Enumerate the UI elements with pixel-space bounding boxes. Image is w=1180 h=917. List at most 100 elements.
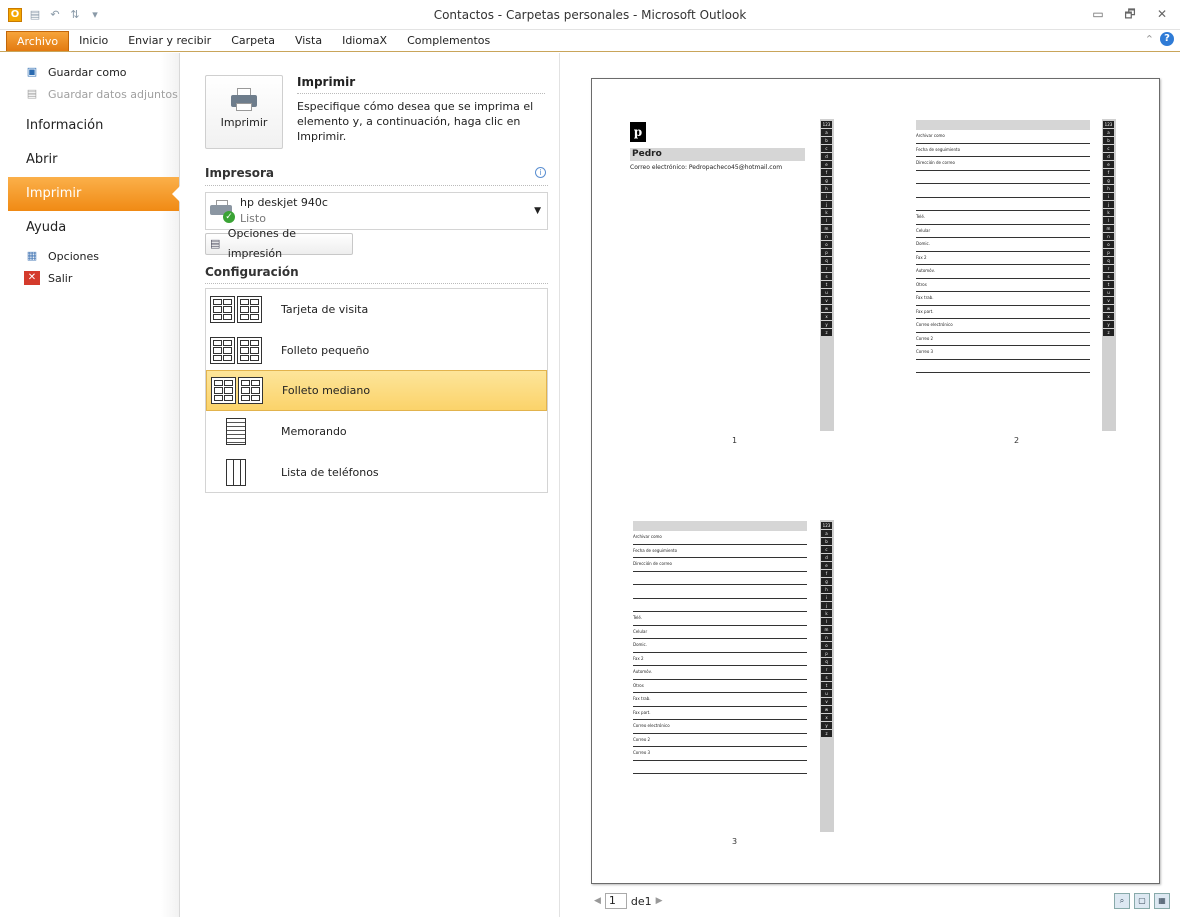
letter-tab: o <box>821 241 832 248</box>
minimize-button[interactable]: ▭ <box>1088 4 1108 24</box>
nav-salir[interactable]: ✕ Salir <box>0 267 179 289</box>
tab-idiomax[interactable]: IdiomaX <box>332 31 397 51</box>
close-button[interactable]: ✕ <box>1152 4 1172 24</box>
form-field-row: Dirección de correo <box>633 558 807 572</box>
nav-opciones-label: Opciones <box>48 249 99 263</box>
next-page-icon[interactable]: ▶ <box>656 896 663 906</box>
tab-complementos[interactable]: Complementos <box>397 31 500 51</box>
letter-tab: d <box>821 153 832 160</box>
nav-save-as[interactable]: ▣ Guardar como <box>0 61 179 83</box>
preview-sheet[interactable]: p Pedro Correo electrónico: Pedropacheco… <box>591 78 1160 884</box>
nav-ayuda[interactable]: Ayuda <box>0 211 179 245</box>
letter-tab: y <box>821 722 832 729</box>
view-controls: ⌕ ▢ ▦ <box>1114 893 1170 909</box>
letter-tab: s <box>821 674 832 681</box>
letter-tab: n <box>1103 233 1114 240</box>
title-bar: O ▤ ↶ ⇅ ▾ Contactos - Carpetas personale… <box>0 0 1180 30</box>
contact-form: Archivar como Fecha de seguimiento Direcci… <box>916 120 1090 373</box>
printer-info-icon[interactable]: i <box>535 167 546 178</box>
options-icon: ▦ <box>26 249 38 262</box>
letter-tab: e <box>1103 161 1114 168</box>
prev-page-icon[interactable]: ◀ <box>594 896 601 906</box>
multiple-pages-icon[interactable]: ▦ <box>1154 893 1170 909</box>
exit-icon: ✕ <box>24 271 40 285</box>
print-preview-pane[interactable]: p Pedro Correo electrónico: Pedropacheco… <box>559 53 1180 917</box>
form-field-row: Celular <box>916 225 1090 238</box>
letter-tab: s <box>821 273 832 280</box>
letter-tab: q <box>821 257 832 264</box>
letter-tab: w <box>821 706 832 713</box>
print-options-icon: ▤ <box>210 237 221 250</box>
contact-email: Correo electrónico: Pedropacheco45@hotma… <box>630 164 783 171</box>
letter-tab: v <box>821 297 832 304</box>
form-field-row <box>633 572 807 585</box>
form-field-row: Fax 2 <box>916 252 1090 265</box>
style-tarjeta-visita[interactable]: Tarjeta de visita <box>206 289 547 330</box>
letter-tab: u <box>1103 289 1114 296</box>
actual-size-icon[interactable]: ⌕ <box>1114 893 1130 909</box>
tab-vista[interactable]: Vista <box>285 31 332 51</box>
form-field-row <box>633 761 807 774</box>
form-field-row: Archivar como <box>633 531 807 545</box>
divider <box>205 185 548 186</box>
style-folleto-pequeno[interactable]: Folleto pequeño <box>206 330 547 371</box>
form-field-row: Fecha de seguimiento <box>633 545 807 558</box>
form-field-row: Fax trab. <box>916 292 1090 306</box>
divider <box>205 283 548 284</box>
letter-tab: e <box>821 562 832 569</box>
letter-tab: z <box>821 329 832 336</box>
letter-tab: p <box>1103 249 1114 256</box>
form-field-row: Fecha de seguimiento <box>916 144 1090 157</box>
letter-tab: j <box>821 602 832 609</box>
letter-tab: e <box>821 161 832 168</box>
form-field-row: Correo 2 <box>916 333 1090 346</box>
tab-archivo[interactable]: Archivo <box>6 31 70 51</box>
letter-tab: b <box>1103 137 1114 144</box>
nav-opciones[interactable]: ▦ Opciones <box>0 245 179 267</box>
letter-tab: j <box>821 201 832 208</box>
letter-tab: g <box>1103 177 1114 184</box>
letter-tab: w <box>1103 305 1114 312</box>
one-page-icon[interactable]: ▢ <box>1134 893 1150 909</box>
print-button-label: Imprimir <box>220 116 268 129</box>
style-memorando[interactable]: Memorando <box>206 411 547 452</box>
print-description: Especifique cómo desea que se imprima el… <box>297 100 534 143</box>
letter-tab: 123 <box>821 522 832 529</box>
style-lista-telefonos[interactable]: Lista de teléfonos <box>206 452 547 493</box>
letter-tabs: 123 a b c d e f g h i j k l m n o p q r s t u v w x y z <box>821 121 832 337</box>
memo-icon <box>209 417 263 447</box>
print-options-button[interactable]: ▤ Opciones de impresión <box>205 227 353 260</box>
phone-list-icon <box>209 458 263 488</box>
page-input[interactable]: 1 <box>604 893 627 909</box>
nav-save-attachments[interactable]: ▤ Guardar datos adjuntos <box>0 83 179 105</box>
contact-form: Archivar como Fecha de seguimiento Direcci… <box>633 521 807 774</box>
letter-tab: v <box>1103 297 1114 304</box>
letter-tab: j <box>1103 201 1114 208</box>
restore-button[interactable]: 🗗 <box>1120 4 1140 24</box>
tab-enviar-recibir[interactable]: Enviar y recibir <box>118 31 221 51</box>
nav-informacion[interactable]: Información <box>0 109 179 143</box>
minimize-ribbon-icon[interactable]: ⌃ <box>1145 33 1154 46</box>
form-field-row: Fax 2 <box>633 653 807 666</box>
printer-icon <box>231 88 257 111</box>
letter-tab: p <box>821 249 832 256</box>
style-folleto-mediano[interactable]: Folleto mediano <box>206 370 547 411</box>
tab-carpeta[interactable]: Carpeta <box>221 31 285 51</box>
letter-tab: z <box>1103 329 1114 336</box>
nav-abrir[interactable]: Abrir <box>0 143 179 177</box>
letter-tab: t <box>821 682 832 689</box>
page-number: 2 <box>1014 436 1020 445</box>
letter-tab: c <box>821 145 832 152</box>
print-button[interactable]: Imprimir <box>205 75 283 149</box>
tab-inicio[interactable]: Inicio <box>69 31 118 51</box>
letter-tab: w <box>821 305 832 312</box>
letter-tab: f <box>821 570 832 577</box>
nav-imprimir[interactable]: Imprimir <box>8 177 180 211</box>
letter-tab: g <box>821 177 832 184</box>
letter-tab: b <box>821 137 832 144</box>
letter-tab: c <box>1103 145 1114 152</box>
letter-tab: x <box>821 714 832 721</box>
attachments-icon: ▤ <box>26 87 38 100</box>
help-icon[interactable]: ? <box>1160 32 1174 46</box>
business-card-icon <box>209 295 263 325</box>
